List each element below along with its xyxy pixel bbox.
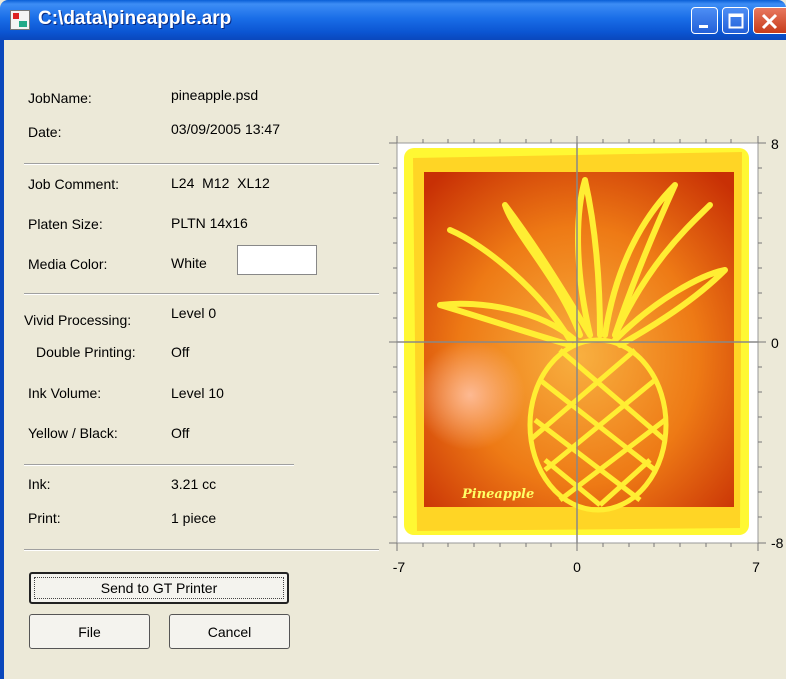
close-icon (761, 13, 778, 30)
y-axis-label-center: 0 (771, 335, 779, 351)
window-title: C:\data\pineapple.arp (38, 8, 232, 29)
separator (24, 293, 379, 295)
maximize-button[interactable] (722, 7, 749, 34)
job-name-value: pineapple.psd (171, 87, 259, 103)
vivid-processing-label: Vivid Processing: (24, 312, 132, 328)
job-name-label: JobName: (28, 90, 92, 106)
media-color-label: Media Color: (28, 256, 108, 272)
title-bar[interactable]: C:\data\pineapple.arp (0, 0, 786, 40)
close-button[interactable] (753, 7, 786, 34)
vivid-processing-value: Level 0 (171, 305, 217, 321)
send-to-gt-printer-button[interactable]: Send to GT Printer (29, 572, 289, 604)
window-border (0, 40, 4, 679)
ink-volume-label: Ink Volume: (28, 385, 102, 401)
ink-volume-value: Level 10 (171, 385, 224, 401)
cancel-button[interactable]: Cancel (169, 614, 290, 649)
separator (24, 163, 379, 165)
media-color-swatch (237, 245, 317, 275)
cancel-button-label: Cancel (207, 623, 252, 640)
file-button[interactable]: File (29, 614, 150, 649)
x-axis-label-center: 0 (573, 559, 581, 575)
minimize-button[interactable] (691, 7, 718, 34)
yellow-black-label: Yellow / Black: (28, 425, 118, 441)
x-axis-label-left: -7 (393, 559, 406, 575)
send-button-label: Send to GT Printer (100, 580, 218, 596)
app-icon[interactable] (10, 10, 30, 30)
platen-preview: Pineapple -7 0 7 8 0 -8 (389, 136, 784, 575)
ink-label: Ink: (28, 476, 51, 492)
print-job-window: C:\data\pineapple.arp JobName: pineapple… (0, 0, 786, 679)
platen-size-value: PLTN 14x16 (171, 215, 248, 231)
date-value: 03/09/2005 13:47 (171, 121, 280, 137)
print-value: 1 piece (171, 510, 217, 526)
double-printing-value: Off (171, 344, 190, 360)
double-printing-label: Double Printing: (36, 344, 136, 360)
ink-value: 3.21 cc (171, 476, 217, 492)
y-axis-label-bottom: -8 (771, 535, 784, 551)
file-button-label: File (78, 623, 101, 640)
artwork-caption: Pineapple (461, 487, 534, 502)
print-label: Print: (28, 510, 61, 526)
artwork-glow (415, 340, 525, 450)
date-label: Date: (28, 124, 62, 140)
yellow-black-value: Off (171, 425, 190, 441)
maximize-icon (728, 13, 744, 29)
x-axis-label-right: 7 (752, 559, 760, 575)
media-color-value: White (171, 255, 207, 271)
job-comment-label: Job Comment: (28, 176, 120, 192)
minimize-icon (699, 25, 708, 28)
separator (24, 464, 294, 466)
y-axis-label-top: 8 (771, 136, 779, 152)
separator (24, 549, 379, 551)
platen-size-label: Platen Size: (28, 216, 103, 232)
job-comment-value: L24 M12 XL12 (171, 175, 270, 191)
